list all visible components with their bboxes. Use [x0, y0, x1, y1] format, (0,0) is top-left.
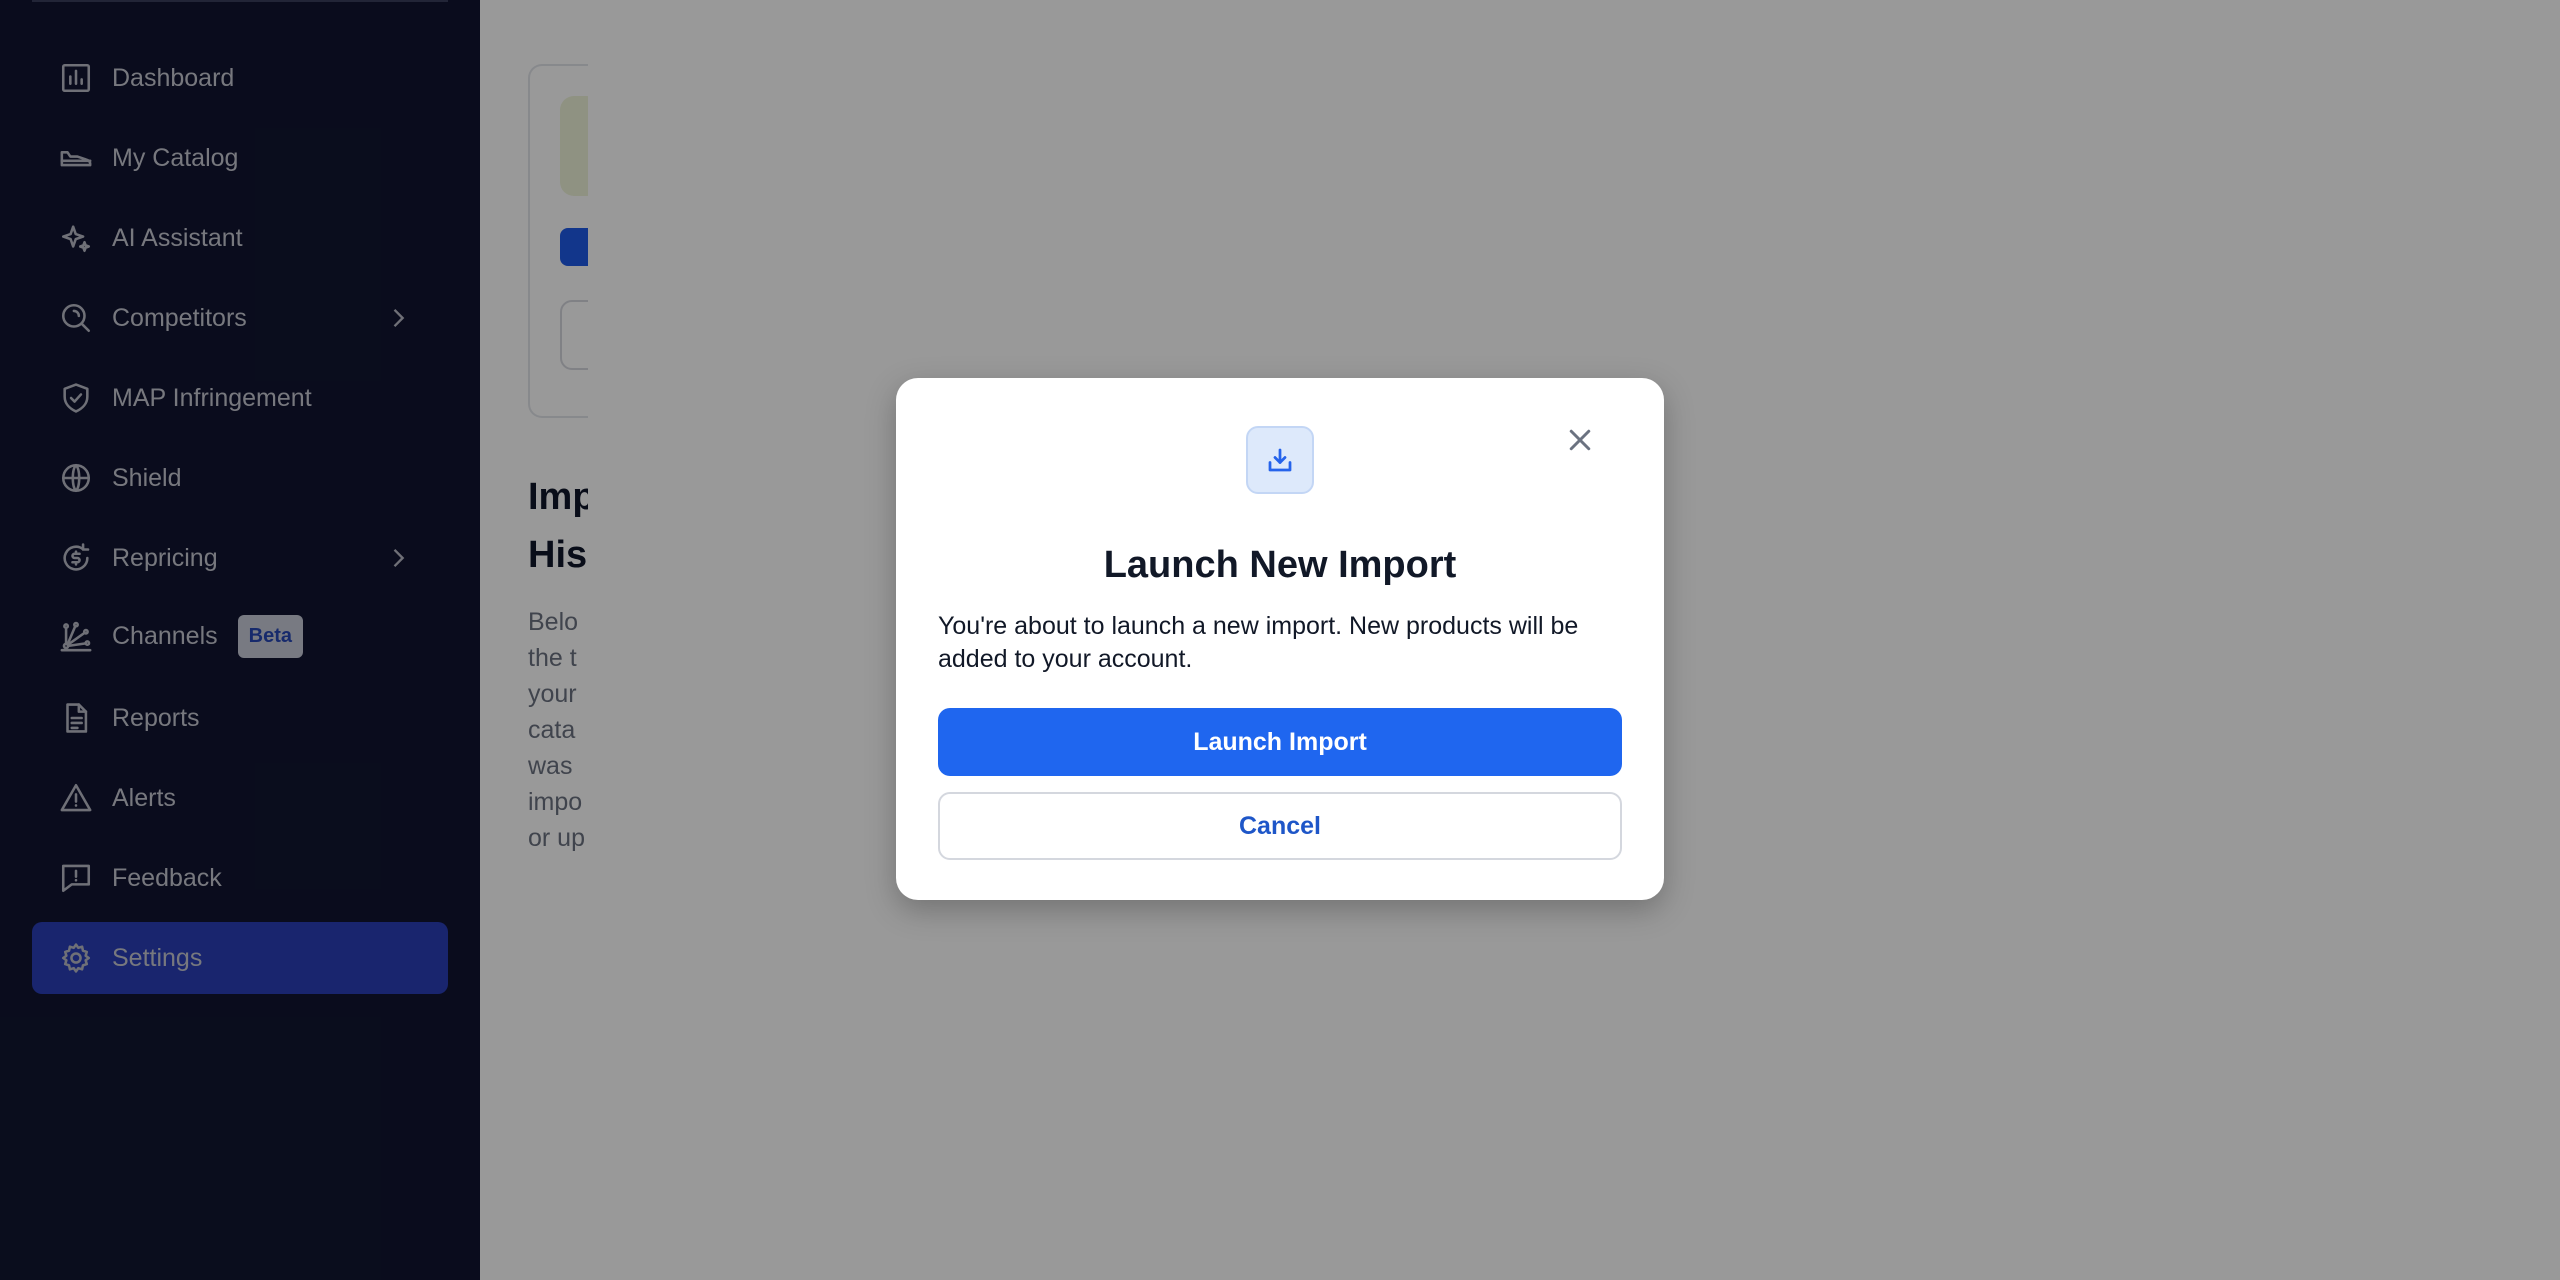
dialog-title: Launch New Import: [1103, 544, 1457, 586]
launch-import-button[interactable]: Launch Import: [938, 708, 1622, 776]
dialog-message: You're about to launch a new import. New…: [938, 612, 1579, 673]
close-icon[interactable]: [1560, 420, 1600, 460]
launch-import-dialog: Launch New Import You're about to launch…: [896, 378, 1664, 900]
download-icon: [1246, 426, 1314, 494]
cancel-button[interactable]: Cancel: [938, 792, 1622, 860]
